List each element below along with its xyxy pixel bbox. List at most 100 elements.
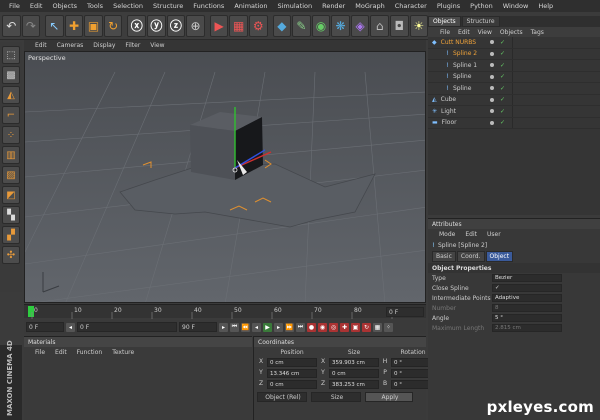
enabled-check-icon[interactable]: ✓ [500, 108, 505, 115]
menu-objects[interactable]: Objects [47, 2, 82, 10]
redo-icon[interactable]: ↷ [21, 14, 41, 37]
texture-mode-icon[interactable]: ▩ [2, 66, 20, 84]
visibility-dot[interactable] [490, 51, 494, 56]
play-icon[interactable]: ▶ [263, 322, 272, 332]
param-key-icon[interactable]: ▦ [373, 322, 382, 332]
prev-key-icon[interactable]: ⏪ [241, 322, 250, 332]
object-menu-edit[interactable]: Edit [454, 29, 474, 36]
object-row[interactable]: ⌇ Spline 1 ✓ [428, 60, 600, 72]
nurbs-icon[interactable]: ◉ [311, 14, 331, 37]
viewport-menu-edit[interactable]: Edit [30, 42, 52, 49]
materials-menu-function[interactable]: Function [72, 349, 108, 356]
attribute-value[interactable]: Adaptive [492, 294, 562, 302]
polygons-mode-icon[interactable]: ▨ [2, 166, 20, 184]
object-row[interactable]: ◆ Cutt NURBS ✓ [428, 37, 600, 49]
menu-animation[interactable]: Animation [229, 2, 272, 10]
visibility-dot[interactable] [490, 63, 494, 68]
tweak-mode-icon[interactable]: ◩ [2, 186, 20, 204]
menu-python[interactable]: Python [465, 2, 498, 10]
menu-edit[interactable]: Edit [25, 2, 48, 10]
coord-s-1[interactable]: 0 cm [329, 369, 379, 378]
rotate-icon[interactable]: ↻ [103, 14, 123, 37]
scale-icon[interactable]: ▣ [84, 14, 103, 37]
attributes-menu-user[interactable]: User [482, 231, 506, 238]
attribute-tab-coord[interactable]: Coord. [456, 250, 485, 262]
make-editable-icon[interactable]: ⬚ [2, 46, 20, 64]
menu-plugins[interactable]: Plugins [432, 2, 465, 10]
viewport-menu-display[interactable]: Display [88, 42, 120, 49]
x-axis-icon[interactable]: ⓧ [127, 14, 147, 37]
enabled-check-icon[interactable]: ✓ [500, 73, 505, 80]
size-mode-select[interactable]: Size [311, 392, 361, 402]
menu-mograph[interactable]: MoGraph [350, 2, 390, 10]
step-up-icon[interactable]: ▸ [219, 322, 228, 332]
coord-p-1[interactable]: 13.346 cm [267, 369, 317, 378]
scene-icon[interactable]: ⌂ [370, 14, 389, 37]
object-menu-view[interactable]: View [474, 29, 496, 36]
timeline-end-field[interactable]: 0 F [386, 307, 424, 317]
object-row[interactable]: ⌇ Spline ✓ [428, 71, 600, 83]
light-icon[interactable]: ☀ [409, 14, 429, 37]
position-key-icon[interactable]: ✚ [340, 322, 349, 332]
visibility-dot[interactable] [490, 120, 494, 125]
point-level-icon[interactable]: ⁘ [384, 322, 393, 332]
scale-key-icon[interactable]: ▣ [351, 322, 360, 332]
viewport-menu-cameras[interactable]: Cameras [52, 42, 89, 49]
menu-structure[interactable]: Structure [148, 2, 188, 10]
current-frame-field[interactable]: 0 F [77, 322, 177, 332]
object-menu-tags[interactable]: Tags [527, 29, 548, 36]
goto-start-icon[interactable]: ⏮ [230, 322, 239, 332]
coordinate-system-icon[interactable]: ⊕ [186, 14, 205, 37]
render-picture-viewer-icon[interactable]: ▦ [229, 14, 248, 37]
3d-viewport[interactable]: Perspective [24, 51, 426, 303]
autokey-icon[interactable]: ◉ [318, 322, 327, 332]
rotation-key-icon[interactable]: ↻ [362, 322, 371, 332]
pen-spline-icon[interactable]: ✎ [292, 14, 311, 37]
record-icon[interactable]: ● [307, 322, 316, 332]
attribute-value[interactable]: 5 ° [492, 314, 562, 322]
next-key-icon[interactable]: ⏩ [285, 322, 294, 332]
coord-p-0[interactable]: 0 cm [267, 358, 317, 367]
attribute-tab-basic[interactable]: Basic [432, 250, 456, 262]
enabled-check-icon[interactable]: ✓ [500, 85, 505, 92]
prev-frame-icon[interactable]: ◂ [252, 322, 261, 332]
deformer-icon[interactable]: ◈ [350, 14, 370, 37]
start-frame-field[interactable]: 0 F [26, 322, 64, 332]
object-row[interactable]: ⌇ Spline ✓ [428, 83, 600, 95]
tab-structure[interactable]: Structure [461, 16, 500, 27]
attributes-menu-edit[interactable]: Edit [460, 231, 482, 238]
cube-primitive-icon[interactable]: ◆ [272, 14, 292, 37]
y-axis-icon[interactable]: ⓨ [147, 14, 166, 37]
materials-menu-edit[interactable]: Edit [50, 349, 72, 356]
enabled-check-icon[interactable]: ✓ [500, 119, 505, 126]
keyframe-selection-icon[interactable]: ◎ [329, 322, 338, 332]
coord-s-2[interactable]: 383.253 cm [329, 380, 379, 389]
undo-icon[interactable]: ↶ [2, 14, 21, 37]
menu-tools[interactable]: Tools [82, 2, 108, 10]
object-row[interactable]: ◭ Cube ✓ [428, 94, 600, 106]
render-settings-icon[interactable]: ⚙ [248, 14, 268, 37]
enabled-check-icon[interactable]: ✓ [500, 62, 505, 69]
object-menu-objects[interactable]: Objects [496, 29, 527, 36]
timeline-ruler[interactable]: 0102030405060708090 0 F [24, 304, 426, 319]
viewport-menu-filter[interactable]: Filter [120, 42, 145, 49]
menu-window[interactable]: Window [498, 2, 534, 10]
model-mode-icon[interactable]: ◭ [2, 86, 20, 104]
menu-functions[interactable]: Functions [188, 2, 229, 10]
lock-workplane-icon[interactable]: ✣ [2, 246, 20, 264]
menu-file[interactable]: File [4, 2, 25, 10]
materials-menu-file[interactable]: File [30, 349, 50, 356]
end-frame-field[interactable]: 90 F [179, 322, 217, 332]
step-down-icon[interactable]: ◂ [66, 322, 75, 332]
object-row[interactable]: ▬ Floor ✓ [428, 117, 600, 129]
apply-button[interactable]: Apply [365, 392, 413, 402]
tab-objects[interactable]: Objects [428, 16, 461, 27]
attribute-tab-object[interactable]: Object [485, 250, 514, 262]
attribute-value[interactable]: ✓ [492, 284, 562, 292]
object-row[interactable]: ⌇ Spline 2 ✓ [428, 48, 600, 60]
materials-menu-texture[interactable]: Texture [107, 349, 139, 356]
array-icon[interactable]: ❋ [331, 14, 350, 37]
coordinate-mode-select[interactable]: Object (Rel) [257, 392, 307, 402]
coord-p-2[interactable]: 0 cm [267, 380, 317, 389]
visibility-dot[interactable] [490, 86, 494, 91]
